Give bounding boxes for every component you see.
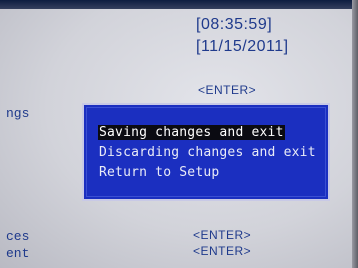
menu-item-return-setup[interactable]: Return to Setup — [98, 165, 220, 180]
bios-screen: [08:35:59] [11/15/2011] <ENTER> <ENTER> … — [0, 0, 358, 268]
system-date-value[interactable]: [11/15/2011] — [196, 38, 289, 56]
menu-item-discard-exit[interactable]: Discarding changes and exit — [98, 145, 317, 160]
monitor-bezel-top — [0, 0, 358, 9]
menu-item-save-exit[interactable]: Saving changes and exit — [98, 125, 285, 140]
setting-label-partial: ngs — [6, 106, 30, 121]
setting-label-partial: ces — [6, 229, 30, 244]
system-time-value[interactable]: [08:35:59] — [196, 16, 272, 34]
exit-dialog: Saving changes and exit Discarding chang… — [82, 103, 330, 201]
setting-label-partial: ent — [6, 246, 30, 261]
enter-submenu-link[interactable]: <ENTER> — [198, 83, 256, 97]
enter-submenu-link[interactable]: <ENTER> — [193, 244, 251, 258]
monitor-bezel-right — [352, 0, 358, 268]
enter-submenu-link[interactable]: <ENTER> — [193, 228, 251, 242]
